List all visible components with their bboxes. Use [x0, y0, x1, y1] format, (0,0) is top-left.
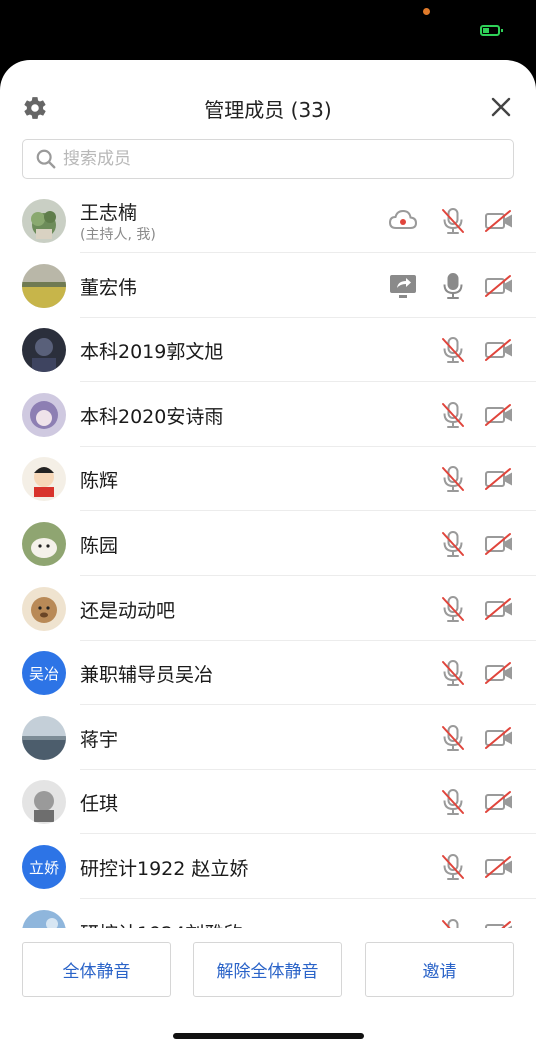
avatar: 立娇: [22, 845, 66, 889]
member-role: (主持人, 我): [80, 227, 156, 243]
member-list[interactable]: 王志楠 (主持人, 我) 董宏伟本科2019郭文旭 本科2020安诗雨 陈辉陈园还是动动…: [0, 189, 536, 987]
row-divider: [80, 510, 536, 511]
row-divider: [80, 575, 536, 576]
search-icon: [36, 149, 56, 169]
member-row[interactable]: 任琪: [0, 770, 536, 834]
mic-icon[interactable]: [438, 271, 468, 301]
row-divider: [80, 252, 536, 253]
avatar: [22, 457, 66, 501]
member-name: 兼职辅导员吴冶: [80, 664, 214, 686]
row-divider: [80, 704, 536, 705]
member-row[interactable]: 立娇 研控计1922 赵立娇: [0, 835, 536, 899]
mic-muted-icon[interactable]: [438, 400, 468, 430]
mute-all-button[interactable]: 全体静音: [22, 942, 171, 997]
avatar: [22, 522, 66, 566]
video-off-icon[interactable]: [484, 271, 514, 301]
member-name: 王志楠: [80, 202, 138, 224]
video-off-icon[interactable]: [484, 658, 514, 688]
member-name: 本科2020安诗雨: [80, 406, 224, 428]
member-row[interactable]: 王志楠 (主持人, 我): [0, 189, 536, 253]
page-title: 管理成员 (33): [204, 98, 332, 122]
invite-button[interactable]: 邀请: [365, 942, 514, 997]
video-off-icon[interactable]: [484, 529, 514, 559]
unmute-all-button[interactable]: 解除全体静音: [193, 942, 342, 997]
row-divider: [80, 381, 536, 382]
member-name: 陈辉: [80, 470, 119, 492]
member-row[interactable]: 陈园: [0, 512, 536, 576]
battery-icon: [480, 25, 503, 36]
member-name: 蒋宇: [80, 729, 119, 751]
sheet-header: 管理成员 (33): [0, 60, 536, 138]
avatar: 吴冶: [22, 651, 66, 695]
member-row[interactable]: 陈辉: [0, 447, 536, 511]
mic-muted-icon[interactable]: [438, 594, 468, 624]
video-off-icon[interactable]: [484, 206, 514, 236]
member-row[interactable]: 吴冶 兼职辅导员吴冶: [0, 641, 536, 705]
member-row[interactable]: 本科2019郭文旭: [0, 318, 536, 382]
video-off-icon[interactable]: [484, 594, 514, 624]
mic-muted-icon[interactable]: [438, 464, 468, 494]
privacy-indicator-dot: [423, 8, 430, 15]
video-off-icon[interactable]: [484, 723, 514, 753]
status-bar: [0, 0, 536, 60]
video-off-icon[interactable]: [484, 464, 514, 494]
manage-members-sheet: 管理成员 (33) 王志楠 (主持人, 我) 董宏伟本科2019郭文旭本科2020安…: [0, 60, 536, 1049]
video-off-icon[interactable]: [484, 335, 514, 365]
avatar: [22, 587, 66, 631]
mic-muted-icon[interactable]: [438, 852, 468, 882]
action-bar: 全体静音 解除全体静音 邀请: [0, 928, 536, 1049]
cloud-recording-icon: [388, 206, 418, 236]
member-row[interactable]: 董宏伟: [0, 254, 536, 318]
row-divider: [80, 898, 536, 899]
member-name: 陈园: [80, 535, 119, 557]
member-name: 董宏伟: [80, 277, 138, 299]
search-box[interactable]: [22, 139, 514, 179]
video-off-icon[interactable]: [484, 852, 514, 882]
mic-muted-icon[interactable]: [438, 206, 468, 236]
screen-share-icon: [388, 271, 418, 301]
video-off-icon[interactable]: [484, 787, 514, 817]
member-row[interactable]: 本科2020安诗雨: [0, 383, 536, 447]
close-icon[interactable]: [489, 95, 513, 119]
member-row[interactable]: 蒋宇: [0, 706, 536, 770]
avatar: [22, 716, 66, 760]
member-name: 本科2019郭文旭: [80, 341, 224, 363]
member-name: 还是动动吧: [80, 600, 176, 622]
avatar: [22, 264, 66, 308]
avatar: [22, 780, 66, 824]
member-name: 任琪: [80, 793, 119, 815]
avatar: [22, 393, 66, 437]
member-row[interactable]: 还是动动吧: [0, 577, 536, 641]
mic-muted-icon[interactable]: [438, 723, 468, 753]
member-name: 研控计1922 赵立娇: [80, 858, 249, 880]
mic-muted-icon[interactable]: [438, 787, 468, 817]
avatar: [22, 328, 66, 372]
mic-muted-icon[interactable]: [438, 529, 468, 559]
avatar: [22, 199, 66, 243]
search-input[interactable]: [63, 142, 503, 176]
row-divider: [80, 833, 536, 834]
video-off-icon[interactable]: [484, 400, 514, 430]
mic-muted-icon[interactable]: [438, 658, 468, 688]
mic-muted-icon[interactable]: [438, 335, 468, 365]
home-indicator: [173, 1033, 364, 1039]
